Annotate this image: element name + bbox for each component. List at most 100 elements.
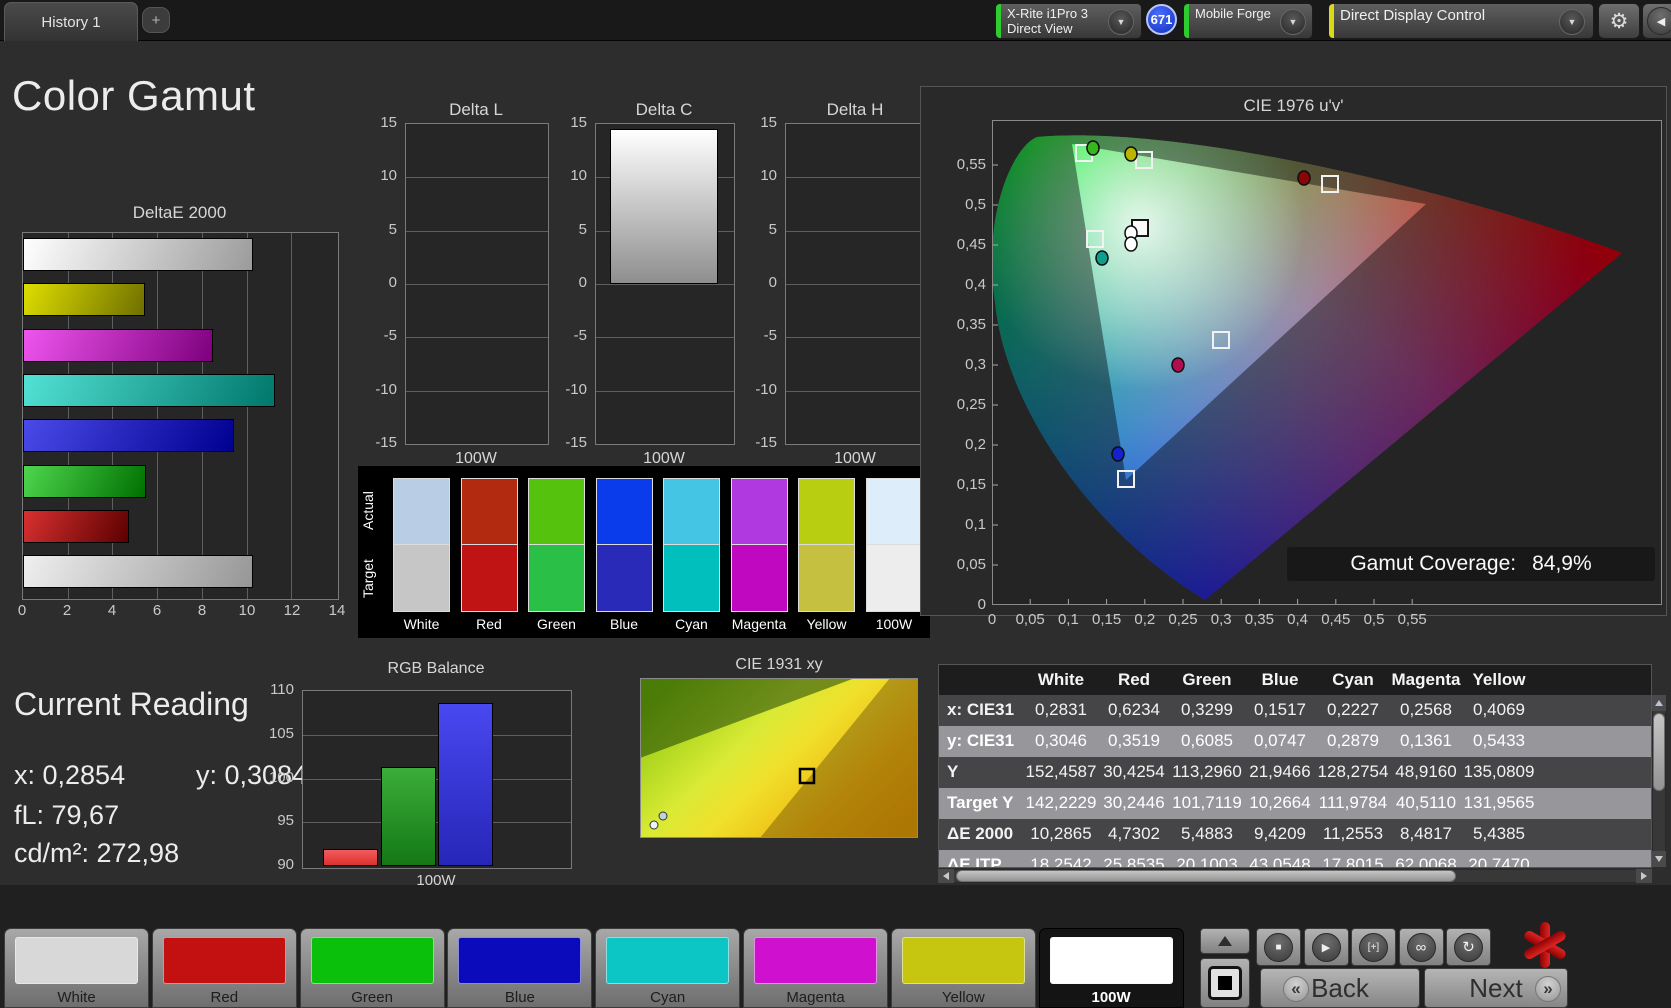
tick-label: 5 <box>737 221 777 238</box>
tick-label: 2 <box>55 602 79 619</box>
arrow-up-icon <box>1218 936 1232 946</box>
table-cell: 40,5110 <box>1390 793 1462 813</box>
pattern-window-button[interactable] <box>1200 958 1250 1008</box>
gridline <box>291 233 292 599</box>
row-label: Target Y <box>947 793 1013 813</box>
gridline <box>406 177 548 178</box>
chevron-down-icon[interactable]: ▼ <box>1108 9 1134 35</box>
scroll-down-button[interactable] <box>1652 851 1666 867</box>
patch-button-green[interactable]: Green <box>300 928 445 1008</box>
cie1976-title: CIE 1976 u'v' <box>920 96 1667 116</box>
table-cell: 20,7470 <box>1463 855 1535 868</box>
patch-button-magenta[interactable]: Magenta <box>743 928 888 1008</box>
next-button[interactable]: Next» <box>1424 968 1568 1008</box>
target-swatch-red <box>461 545 518 612</box>
table-cell: 11,2553 <box>1317 824 1389 844</box>
add-tab-button[interactable]: + <box>142 7 170 33</box>
table-cell: 18,2542 <box>1025 855 1097 868</box>
row-label: ΔE ITP <box>947 855 1002 868</box>
tick-label: 0,05 <box>938 556 986 573</box>
patch-button-100w[interactable]: 100W <box>1039 928 1184 1008</box>
actual-swatch-cyan <box>663 478 720 545</box>
meter-dropdown[interactable]: X-Rite i1Pro 3 Direct View ▼ <box>995 3 1142 39</box>
app-root: History 1 + X-Rite i1Pro 3 Direct View ▼… <box>0 0 1671 1008</box>
actual-swatch-100w <box>866 478 923 545</box>
swatch-label: Red <box>457 616 522 632</box>
arrow-up-icon <box>1655 700 1663 706</box>
rgb-bar-red <box>323 849 378 867</box>
swatch-label: 100W <box>862 616 927 632</box>
table-row: y: CIE310,30460,35190,60850,07470,28790,… <box>939 726 1651 757</box>
scroll-thumb[interactable] <box>1653 713 1665 791</box>
refresh-button[interactable]: ↻ <box>1446 928 1491 966</box>
table-cell: 4,7302 <box>1098 824 1170 844</box>
table-cell: 0,3299 <box>1171 700 1243 720</box>
table-header-red: Red <box>1098 670 1170 690</box>
tick-label: -10 <box>547 381 587 398</box>
stop-button[interactable]: ■ <box>1256 928 1301 966</box>
tick-label: 0,55 <box>938 156 986 173</box>
scroll-up-button[interactable] <box>1652 695 1666 711</box>
chevron-down-icon[interactable]: ▼ <box>1280 9 1306 35</box>
tick-label: 0,1 <box>938 516 986 533</box>
collapse-panel-icon[interactable]: ◀ <box>1642 3 1671 39</box>
tick-label: 10 <box>357 167 397 184</box>
patch-swatch <box>606 937 729 984</box>
gridline <box>247 233 248 599</box>
history-tab-label: History 1 <box>41 14 100 31</box>
tick-label: -5 <box>737 327 777 344</box>
tick-label: -5 <box>547 327 587 344</box>
gridline <box>786 391 926 392</box>
target-swatch-white <box>393 545 450 612</box>
table-cell: 113,2960 <box>1171 762 1243 782</box>
patch-label: Magenta <box>744 989 887 1006</box>
tick-label: 0,3 <box>938 356 986 373</box>
chevron-down-icon[interactable]: ▼ <box>1559 9 1585 35</box>
patch-button-yellow[interactable]: Yellow <box>891 928 1036 1008</box>
patch-label: Green <box>301 989 444 1006</box>
measured-point-blue <box>1112 447 1124 461</box>
gridline <box>303 735 571 736</box>
continuous-measure-button[interactable]: ∞ <box>1399 928 1444 966</box>
table-cell: 0,5433 <box>1463 731 1535 751</box>
delta-bar <box>610 129 718 284</box>
tick-label: 0,2 <box>938 436 986 453</box>
gear-icon[interactable]: ⚙ <box>1598 3 1640 39</box>
patch-button-cyan[interactable]: Cyan <box>595 928 740 1008</box>
scroll-thumb[interactable] <box>956 870 1456 882</box>
table-cell: 17,8015 <box>1317 855 1389 868</box>
display-control-dropdown[interactable]: Direct Display Control ▼ <box>1328 3 1594 39</box>
history-tab[interactable]: History 1 <box>4 2 138 41</box>
table-cell: 142,2229 <box>1025 793 1097 813</box>
measured-point-red <box>1298 171 1310 185</box>
delta-chart-title: Delta C <box>595 100 733 120</box>
table-row: x: CIE310,28310,62340,32990,15170,22270,… <box>939 695 1651 726</box>
tick-label: 6 <box>145 602 169 619</box>
deltae-bar-100w <box>23 555 253 588</box>
source-dropdown[interactable]: Mobile Forge ▼ <box>1183 3 1313 39</box>
table-row: ΔE 200010,28654,73025,48839,420911,25538… <box>939 819 1651 850</box>
tick-label: 0,25 <box>1163 611 1203 628</box>
back-button[interactable]: «Back <box>1260 968 1420 1008</box>
play-button[interactable]: ▶ <box>1304 928 1349 966</box>
tick-label: 0,5 <box>1354 611 1394 628</box>
swatch-label: White <box>389 616 454 632</box>
patch-label: 100W <box>1040 989 1183 1006</box>
gridline <box>786 177 926 178</box>
patch-button-red[interactable]: Red <box>152 928 297 1008</box>
tick-label: 0,1 <box>1048 611 1088 628</box>
tick-label: 0,45 <box>1316 611 1356 628</box>
tick-label: 0,2 <box>1125 611 1165 628</box>
bottom-bar: WhiteRedGreenBlueCyanMagentaYellow100W ■▶… <box>0 885 1671 1008</box>
single-measure-button[interactable]: [+] <box>1351 928 1396 966</box>
swatch-label: Green <box>524 616 589 632</box>
scroll-left-button[interactable] <box>938 869 954 883</box>
scroll-patches-up-button[interactable] <box>1200 928 1250 954</box>
patch-button-blue[interactable]: Blue <box>447 928 592 1008</box>
delta-chart-title: Delta H <box>785 100 925 120</box>
scroll-right-button[interactable] <box>1636 869 1652 883</box>
patch-button-white[interactable]: White <box>4 928 149 1008</box>
tick-label: -15 <box>357 434 397 451</box>
actual-swatch-yellow <box>798 478 855 545</box>
tick-label: 0 <box>737 274 777 291</box>
